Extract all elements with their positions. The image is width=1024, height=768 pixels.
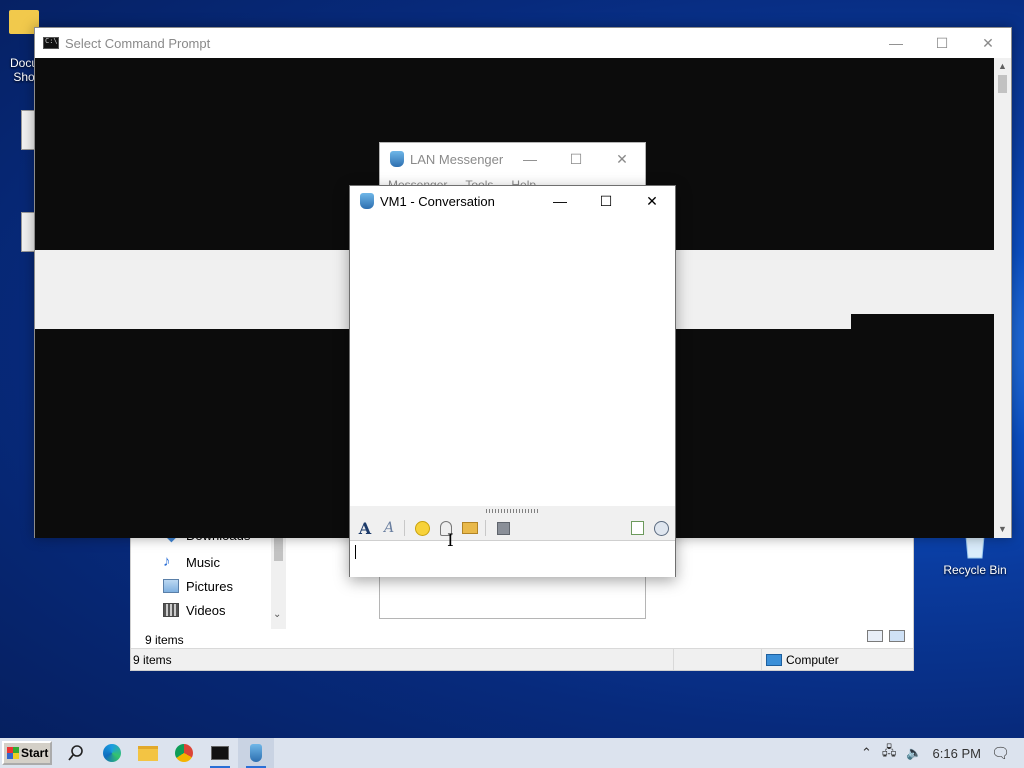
- start-button[interactable]: Start: [2, 741, 52, 765]
- windows-flag-icon: [7, 747, 19, 759]
- music-icon: ♪: [163, 553, 171, 570]
- items-count: 9 items: [145, 633, 184, 647]
- scrollbar-thumb[interactable]: [998, 75, 1007, 93]
- status-items: 9 items: [131, 649, 674, 670]
- nav-item-music[interactable]: ♪ Music: [163, 551, 220, 573]
- messenger-icon: [390, 151, 404, 167]
- window-title: LAN Messenger: [410, 151, 504, 167]
- message-input[interactable]: [350, 540, 675, 577]
- desktop-icon-label: Recycle Bin: [943, 563, 1007, 577]
- console-scrollbar[interactable]: ▲ ▼: [994, 58, 1011, 538]
- nav-item-label: Videos: [186, 602, 226, 618]
- window-title: VM1 - Conversation: [380, 193, 495, 209]
- copy-icon: [630, 521, 644, 535]
- edge-icon: [103, 744, 121, 762]
- nav-item-label: Pictures: [186, 578, 233, 594]
- grip-icon: [486, 509, 540, 513]
- taskbar-command-prompt[interactable]: [202, 738, 238, 768]
- computer-icon: [766, 653, 782, 666]
- status-location: Computer: [786, 652, 839, 667]
- splitter-handle[interactable]: [350, 506, 675, 516]
- clock[interactable]: 6:16 PM: [933, 746, 981, 761]
- conversation-window[interactable]: VM1 - Conversation — ☐ ✕ A A I: [349, 185, 676, 577]
- scroll-up-icon[interactable]: ▲: [994, 58, 1011, 75]
- nav-item-pictures[interactable]: Pictures: [163, 575, 233, 597]
- start-label: Start: [21, 746, 49, 760]
- taskbar-file-explorer[interactable]: [130, 738, 166, 768]
- message-toolbar: A A: [350, 516, 675, 540]
- text-caret: [355, 545, 356, 559]
- close-button[interactable]: ✕: [629, 186, 675, 216]
- save-button[interactable]: [492, 517, 514, 539]
- maximize-button[interactable]: ☐: [553, 143, 599, 175]
- font-button[interactable]: A: [354, 517, 376, 539]
- save-icon: [496, 521, 510, 535]
- videos-icon: [163, 603, 179, 617]
- send-folder-button[interactable]: [459, 517, 481, 539]
- taskbar-search[interactable]: [58, 738, 94, 768]
- network-icon[interactable]: 🖧: [882, 742, 897, 764]
- cmd-icon: [211, 746, 229, 760]
- taskbar-edge[interactable]: [94, 738, 130, 768]
- attach-folder-icon: [462, 522, 478, 534]
- minimize-button[interactable]: —: [537, 186, 583, 216]
- message-history[interactable]: [350, 216, 675, 506]
- font-color-icon: A: [383, 520, 395, 536]
- history-icon: [653, 520, 669, 536]
- chrome-icon: [175, 744, 193, 762]
- folder-icon: [138, 745, 158, 761]
- broadcast-button[interactable]: [626, 517, 648, 539]
- console-block: [851, 314, 995, 329]
- maximize-button[interactable]: ☐: [919, 28, 965, 58]
- minimize-button[interactable]: —: [873, 28, 919, 58]
- taskbar: Start ⌃ 🖧 🔈 6:16 PM 🗨: [0, 738, 1024, 768]
- messenger-icon: [360, 193, 374, 209]
- pictures-icon: [163, 579, 179, 593]
- search-icon: [68, 745, 83, 761]
- chevron-down-icon[interactable]: ⌄: [273, 609, 281, 620]
- chevron-up-icon[interactable]: ⌃: [861, 745, 872, 761]
- emoticon-button[interactable]: [411, 517, 433, 539]
- font-icon: A: [358, 518, 372, 538]
- taskbar-lan-messenger[interactable]: [238, 738, 274, 768]
- taskbar-chrome[interactable]: [166, 738, 202, 768]
- maximize-button[interactable]: ☐: [583, 186, 629, 216]
- close-button[interactable]: ✕: [965, 28, 1011, 58]
- messenger-icon: [250, 744, 262, 762]
- cmd-icon: [43, 37, 59, 49]
- nav-item-videos[interactable]: Videos: [163, 599, 226, 621]
- details-view-icon[interactable]: [867, 630, 883, 642]
- close-button[interactable]: ✕: [599, 143, 645, 175]
- window-title: Select Command Prompt: [65, 35, 211, 51]
- conversation-titlebar[interactable]: VM1 - Conversation — ☐ ✕: [350, 186, 675, 216]
- ibeam-cursor-icon: I: [447, 531, 454, 551]
- nav-item-label: Music: [186, 554, 220, 570]
- status-bar: 9 items Computer: [131, 648, 913, 670]
- font-color-button[interactable]: A: [378, 517, 400, 539]
- smiley-icon: [414, 520, 430, 536]
- notifications-icon[interactable]: 🗨: [991, 744, 1010, 762]
- minimize-button[interactable]: —: [507, 143, 553, 175]
- lan-messenger-titlebar[interactable]: LAN Messenger — ☐ ✕: [380, 143, 645, 175]
- volume-icon[interactable]: 🔈: [906, 745, 922, 761]
- system-tray: ⌃ 🖧 🔈 6:16 PM 🗨: [856, 738, 1024, 768]
- cmd-titlebar[interactable]: Select Command Prompt — ☐ ✕: [35, 28, 1011, 58]
- large-icons-view-icon[interactable]: [889, 630, 905, 642]
- scroll-down-icon[interactable]: ▼: [994, 521, 1011, 538]
- history-button[interactable]: [650, 517, 672, 539]
